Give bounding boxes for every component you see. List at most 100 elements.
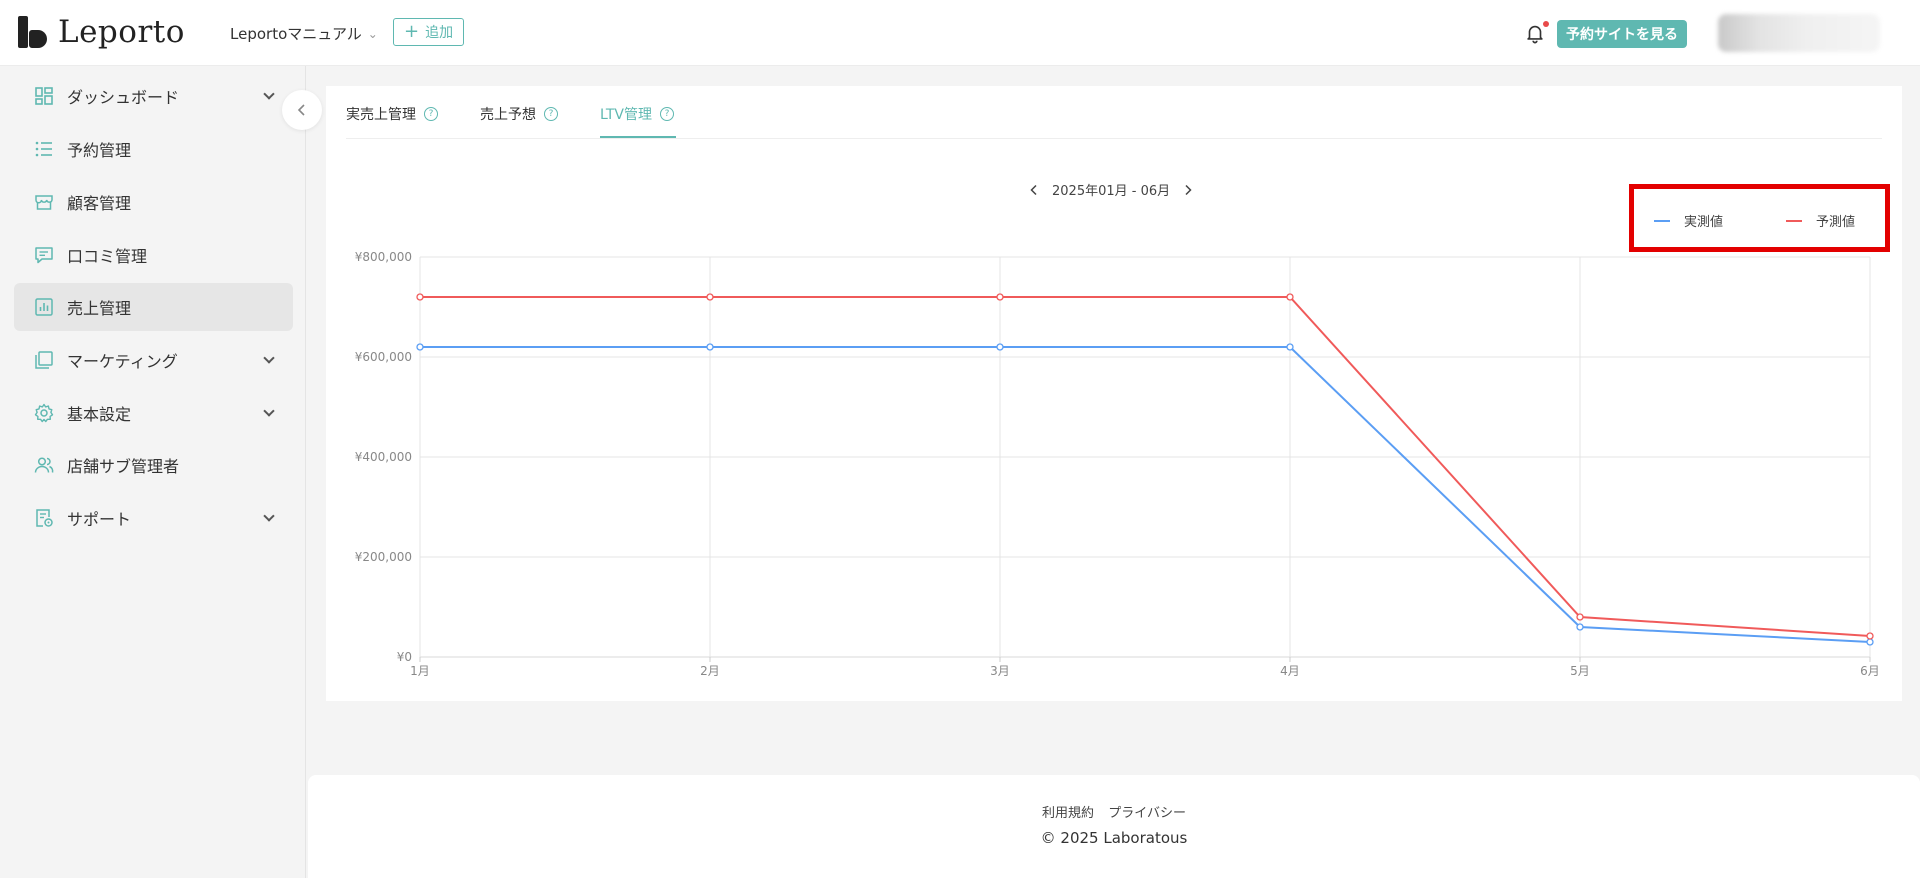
legend-swatch-forecast — [1786, 219, 1802, 222]
plus-icon: + — [404, 21, 420, 42]
tab-ltv-management[interactable]: LTV管理 ? — [600, 104, 675, 124]
page-footer: 利用規約 プライバシー © 2025 Laboratous — [308, 775, 1920, 878]
chevron-right-icon — [1185, 184, 1192, 195]
legend-item-actual[interactable]: 実測値 — [1654, 211, 1723, 230]
chevron-down-icon — [263, 88, 275, 100]
data-point-actual — [996, 343, 1004, 351]
sidebar-item-basic-settings[interactable]: 基本設定 — [14, 389, 293, 437]
data-point-forecast — [706, 293, 714, 301]
help-icon[interactable]: ? — [660, 107, 675, 121]
data-point-actual — [1286, 343, 1294, 351]
sidebar-item-customers[interactable]: 顧客管理 — [14, 178, 293, 226]
comment-icon — [34, 245, 54, 265]
tab-sales-forecast[interactable]: 売上予想 ? — [480, 104, 558, 124]
footer-links: 利用規約 プライバシー — [308, 802, 1920, 821]
copy-icon — [34, 350, 54, 370]
x-tick-label: 4月 — [1280, 664, 1300, 678]
sidebar-item-reservations[interactable]: 予約管理 — [14, 125, 293, 173]
active-tab-indicator — [600, 136, 676, 138]
data-point-actual — [1576, 623, 1584, 631]
sidebar-item-label: 予約管理 — [67, 141, 132, 160]
help-icon[interactable]: ? — [424, 107, 438, 121]
chevron-down-icon — [263, 510, 275, 522]
sidebar-item-support[interactable]: サポート — [14, 494, 293, 542]
help-icon[interactable]: ? — [544, 107, 558, 121]
y-tick-label: ¥0 — [397, 650, 412, 664]
y-tick-label: ¥800,000 — [355, 250, 412, 264]
y-tick-label: ¥600,000 — [355, 350, 412, 364]
period-navigator: 2025年01月 - 06月 — [1026, 180, 1196, 199]
data-point-forecast — [996, 293, 1004, 301]
view-booking-site-button[interactable]: 予約サイトを見る — [1557, 20, 1687, 48]
notification-dot — [1543, 21, 1549, 27]
next-period-button[interactable] — [1180, 182, 1196, 198]
legend-label: 実測値 — [1684, 215, 1724, 230]
dashboard-icon — [34, 86, 54, 106]
list-icon — [34, 139, 54, 159]
sidebar: ダッシュボード 予約管理 顧客管理 口コミ管理 売上管理 マーケティング 基本設… — [0, 66, 306, 878]
sales-tabs: 実売上管理 ? 売上予想 ? LTV管理 ? — [346, 86, 1882, 139]
legend-item-forecast[interactable]: 予測値 — [1786, 211, 1855, 230]
chevron-down-icon: ⌄ — [367, 26, 378, 41]
leporto-logo[interactable]: Leporto — [18, 14, 185, 50]
store-name: Leportoマニュアル — [230, 25, 362, 43]
copyright-text: © 2025 Laboratous — [1040, 829, 1188, 847]
sidebar-item-dashboard[interactable]: ダッシュボード — [14, 72, 293, 120]
sidebar-item-label: 売上管理 — [67, 299, 132, 318]
data-point-actual — [1866, 638, 1874, 646]
sidebar-item-label: 基本設定 — [67, 405, 132, 424]
sidebar-item-label: ダッシュボード — [67, 88, 180, 107]
chevron-left-icon — [1030, 184, 1037, 195]
chevron-down-icon — [263, 405, 275, 417]
sidebar-collapse-button[interactable] — [282, 90, 322, 130]
period-label: 2025年01月 - 06月 — [1052, 184, 1171, 199]
tab-label: 売上予想 — [480, 107, 536, 123]
sidebar-item-reviews[interactable]: 口コミ管理 — [14, 231, 293, 279]
gear-icon — [34, 403, 54, 423]
y-tick-label: ¥200,000 — [355, 550, 412, 564]
add-store-button[interactable]: + 追加 — [393, 18, 465, 46]
x-tick-label: 1月 — [410, 664, 430, 678]
legend-swatch-actual — [1654, 219, 1670, 222]
sidebar-item-label: 口コミ管理 — [67, 247, 148, 266]
data-point-forecast — [1576, 613, 1584, 621]
y-tick-label: ¥400,000 — [355, 450, 412, 464]
store-icon — [34, 192, 54, 212]
user-account-menu[interactable] — [1718, 14, 1880, 52]
logo-text: Leporto — [58, 14, 185, 50]
data-point-forecast — [1286, 293, 1294, 301]
sidebar-item-label: マーケティング — [67, 352, 178, 371]
store-selector[interactable]: Leportoマニュアル ⌄ — [230, 23, 378, 44]
privacy-link[interactable]: プライバシー — [1108, 806, 1186, 821]
data-point-forecast — [416, 293, 424, 301]
bar-chart-icon — [34, 297, 54, 317]
ltv-line-chart: ¥800,000 ¥600,000 ¥400,000 ¥200,000 ¥01月 2月 3月… — [355, 250, 1880, 678]
top-header: Leporto Leportoマニュアル ⌄ + 追加 予約サイトを見る — [0, 0, 1920, 66]
sidebar-item-marketing[interactable]: マーケティング — [14, 336, 293, 384]
x-tick-label: 2月 — [700, 664, 720, 678]
support-icon — [34, 508, 54, 528]
x-tick-label: 5月 — [1570, 664, 1590, 678]
chevron-down-icon — [263, 352, 275, 364]
sidebar-item-label: サポート — [67, 510, 132, 529]
data-point-actual — [706, 343, 714, 351]
legend-label: 予測値 — [1816, 215, 1856, 230]
tab-label: LTV管理 — [600, 107, 653, 123]
chevron-left-icon — [297, 104, 305, 116]
series-line-actual — [420, 346, 1871, 643]
sidebar-item-label: 顧客管理 — [67, 194, 132, 213]
add-label: 追加 — [425, 25, 454, 41]
sidebar-item-sub-admins[interactable]: 店舗サブ管理者 — [14, 441, 293, 489]
previous-period-button[interactable] — [1026, 182, 1042, 198]
tab-label: 実売上管理 — [346, 107, 416, 123]
data-point-actual — [416, 343, 424, 351]
sidebar-item-label: 店舗サブ管理者 — [67, 457, 180, 476]
x-tick-label: 3月 — [990, 664, 1010, 678]
tab-actual-sales[interactable]: 実売上管理 ? — [346, 104, 438, 124]
x-tick-label: 6月 — [1860, 664, 1880, 678]
sidebar-item-sales[interactable]: 売上管理 — [14, 283, 293, 331]
leporto-logo-mark-icon — [18, 16, 48, 48]
users-icon — [34, 455, 54, 475]
terms-link[interactable]: 利用規約 — [1042, 806, 1094, 821]
data-point-forecast — [1866, 632, 1874, 640]
